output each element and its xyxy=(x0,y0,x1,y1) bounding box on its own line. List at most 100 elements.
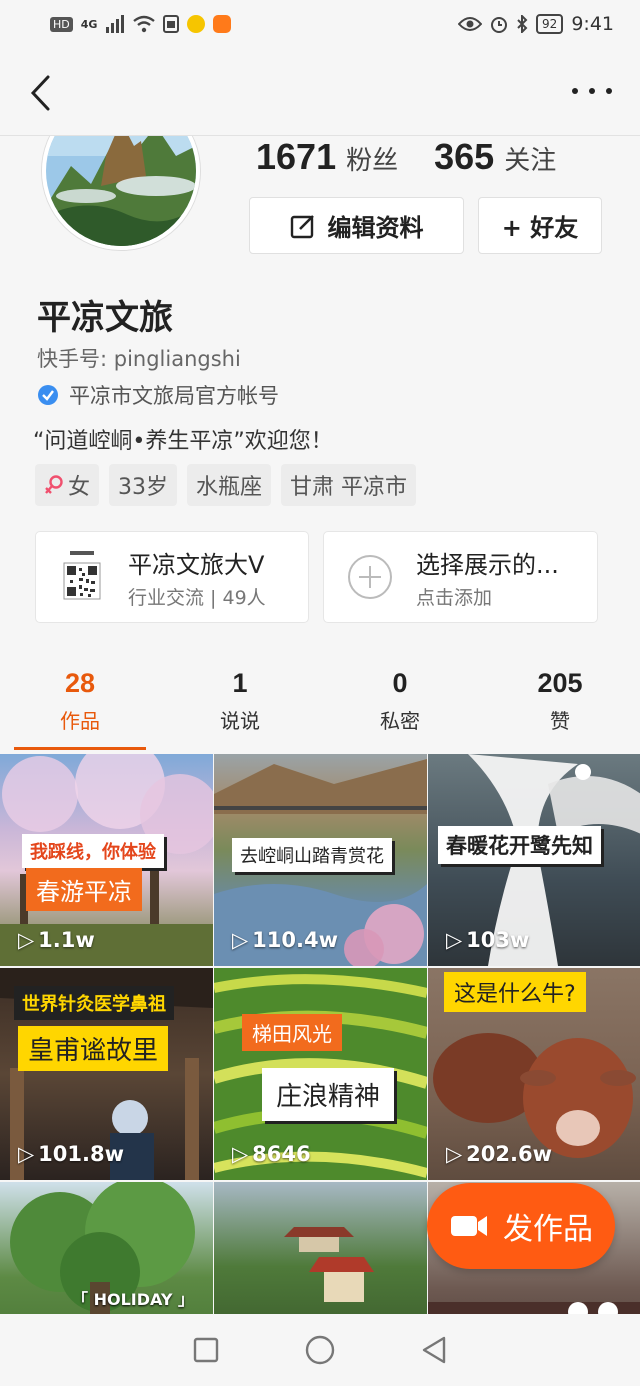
video-caption: 皇甫谧故里 xyxy=(18,1026,169,1071)
bluetooth-icon xyxy=(517,15,528,33)
gender-label: 女 xyxy=(68,475,91,500)
stats-row: 1671 粉丝 365 关注 xyxy=(256,136,556,178)
system-nav-bar xyxy=(0,1314,640,1386)
play-count-value: 1.1w xyxy=(38,928,95,952)
followers-stat[interactable]: 1671 粉丝 xyxy=(256,136,398,178)
alarm-icon xyxy=(491,17,508,33)
zodiac-label: 水瓶座 xyxy=(196,475,263,500)
add-showcase-subtitle: 点击添加 xyxy=(416,586,493,609)
app-notification-icon xyxy=(187,15,206,33)
add-showcase-title: 选择展示的... xyxy=(416,550,559,579)
video-thumbnail[interactable]: 这是什么牛? ▷ 202.6w xyxy=(428,968,640,1180)
edit-icon xyxy=(290,214,314,238)
dot-icon xyxy=(572,88,578,94)
video-thumbnail[interactable]: 去崆峒山踏青赏花 ▷ 110.4w xyxy=(214,754,427,966)
play-count: ▷ 110.4w xyxy=(232,928,338,952)
tab-likes[interactable]: 205 赞 xyxy=(480,668,640,754)
tab-private-count: 0 xyxy=(392,668,408,698)
play-count-value: 101.8w xyxy=(38,1142,124,1166)
followers-label: 粉丝 xyxy=(346,146,399,176)
kuaishou-id: 快手号: pingliangshi xyxy=(37,347,241,371)
video-caption: 春暖花开鹭先知 xyxy=(438,826,601,864)
battery-level: 92 xyxy=(536,14,564,34)
wifi-icon xyxy=(133,15,156,33)
network-type: 4G xyxy=(80,17,98,31)
tab-likes-count: 205 xyxy=(537,668,583,698)
location-tag: 甘肃 平凉市 xyxy=(281,464,417,506)
tab-moments[interactable]: 1 说说 xyxy=(160,668,320,754)
age-label: 33岁 xyxy=(118,475,169,500)
video-caption: 春游平凉 xyxy=(26,868,142,911)
add-showcase-card[interactable]: 选择展示的... 点击添加 xyxy=(323,531,598,623)
play-count: ▷ 202.6w xyxy=(446,1142,552,1166)
verified-text: 平凉市文旅局官方帐号 xyxy=(69,384,279,408)
play-count-value: 110.4w xyxy=(252,928,338,952)
recent-apps-icon[interactable] xyxy=(192,1336,220,1364)
post-video-label: 发作品 xyxy=(503,1212,593,1247)
tab-moments-label: 说说 xyxy=(220,709,260,733)
home-icon[interactable] xyxy=(304,1334,336,1366)
video-caption-top: 世界针灸医学鼻祖 xyxy=(14,986,174,1020)
tab-likes-label: 赞 xyxy=(550,709,570,733)
edit-profile-button[interactable]: 编辑资料 xyxy=(249,197,464,254)
zodiac-tag: 水瓶座 xyxy=(187,464,272,506)
add-friend-label: + 好友 xyxy=(501,214,579,242)
play-count-value: 8646 xyxy=(252,1142,311,1166)
camera-icon xyxy=(451,1216,487,1236)
play-icon: ▷ xyxy=(446,928,463,952)
video-caption: 去崆峒山踏青赏花 xyxy=(232,838,392,872)
video-thumbnail[interactable]: 梯田风光 庄浪精神 ▷ 8646 xyxy=(214,968,427,1180)
video-app-notification-icon xyxy=(213,15,232,33)
back-button[interactable] xyxy=(28,74,64,114)
play-icon: ▷ xyxy=(232,928,249,952)
profile-tags: 女 33岁 水瓶座 甘肃 平凉市 xyxy=(35,464,417,506)
back-nav-icon[interactable] xyxy=(420,1335,448,1365)
tab-works[interactable]: 28 作品 xyxy=(0,668,160,754)
video-caption: 「 HOLIDAY 」 xyxy=(72,1290,195,1309)
followers-count: 1671 xyxy=(256,136,337,177)
play-count: ▷ 103w xyxy=(446,928,529,952)
video-grid: 我踩线，你体验 春游平凉 ▷ 1.1w 去崆峒山踏青赏花 ▷ 110.4w 春暖花开… xyxy=(0,754,640,1386)
add-circle-icon xyxy=(324,531,416,623)
group-card[interactable]: 平凉文旅大V 行业交流 | 49人 xyxy=(35,531,309,623)
female-icon xyxy=(45,475,63,494)
dot-icon xyxy=(606,88,612,94)
tab-works-count: 28 xyxy=(64,668,96,698)
more-options-button[interactable] xyxy=(572,84,612,98)
group-title: 平凉文旅大V xyxy=(128,550,265,579)
following-label: 关注 xyxy=(504,146,557,176)
video-thumbnail[interactable]: 春暖花开鹭先知 ▷ 103w xyxy=(428,754,640,966)
location-label: 甘肃 平凉市 xyxy=(290,475,408,500)
chevron-left-icon xyxy=(30,75,50,111)
verified-badge-icon xyxy=(38,385,58,405)
tab-moments-count: 1 xyxy=(232,668,248,698)
bio: “问道崆峒•养生平凉”欢迎您！ xyxy=(33,429,333,454)
following-stat[interactable]: 365 关注 xyxy=(434,136,556,178)
play-count: ▷ 1.1w xyxy=(18,928,95,952)
play-icon: ▷ xyxy=(18,928,35,952)
gender-tag: 女 xyxy=(35,464,100,506)
verification-row: 平凉市文旅局官方帐号 xyxy=(37,380,279,410)
video-caption-top: 梯田风光 xyxy=(242,1014,342,1051)
group-subtitle: 行业交流 | 49人 xyxy=(128,586,266,609)
play-count-value: 103w xyxy=(466,928,530,952)
video-caption: 庄浪精神 xyxy=(262,1068,395,1121)
hd-indicator: HD xyxy=(50,16,73,32)
tab-private[interactable]: 0 私密 xyxy=(320,668,480,754)
tab-works-label: 作品 xyxy=(60,709,100,733)
play-count: ▷ 8646 xyxy=(232,1142,311,1166)
eye-icon xyxy=(458,17,483,31)
video-thumbnail[interactable]: 世界针灸医学鼻祖 皇甫谧故里 ▷ 101.8w xyxy=(0,968,213,1180)
top-bar xyxy=(0,48,640,136)
video-thumbnail[interactable]: 我踩线，你体验 春游平凉 ▷ 1.1w xyxy=(0,754,213,966)
following-count: 365 xyxy=(434,136,495,177)
play-count: ▷ 101.8w xyxy=(18,1142,124,1166)
add-friend-button[interactable]: + 好友 xyxy=(478,197,602,254)
dot-icon xyxy=(589,88,595,94)
post-video-button[interactable]: 发作品 xyxy=(427,1183,615,1269)
play-icon: ▷ xyxy=(446,1142,463,1166)
age-tag: 33岁 xyxy=(109,464,178,506)
qr-code-icon xyxy=(36,531,128,623)
status-bar: HD 4G 92 9:41 xyxy=(0,0,640,48)
clock: 9:41 xyxy=(571,13,614,35)
